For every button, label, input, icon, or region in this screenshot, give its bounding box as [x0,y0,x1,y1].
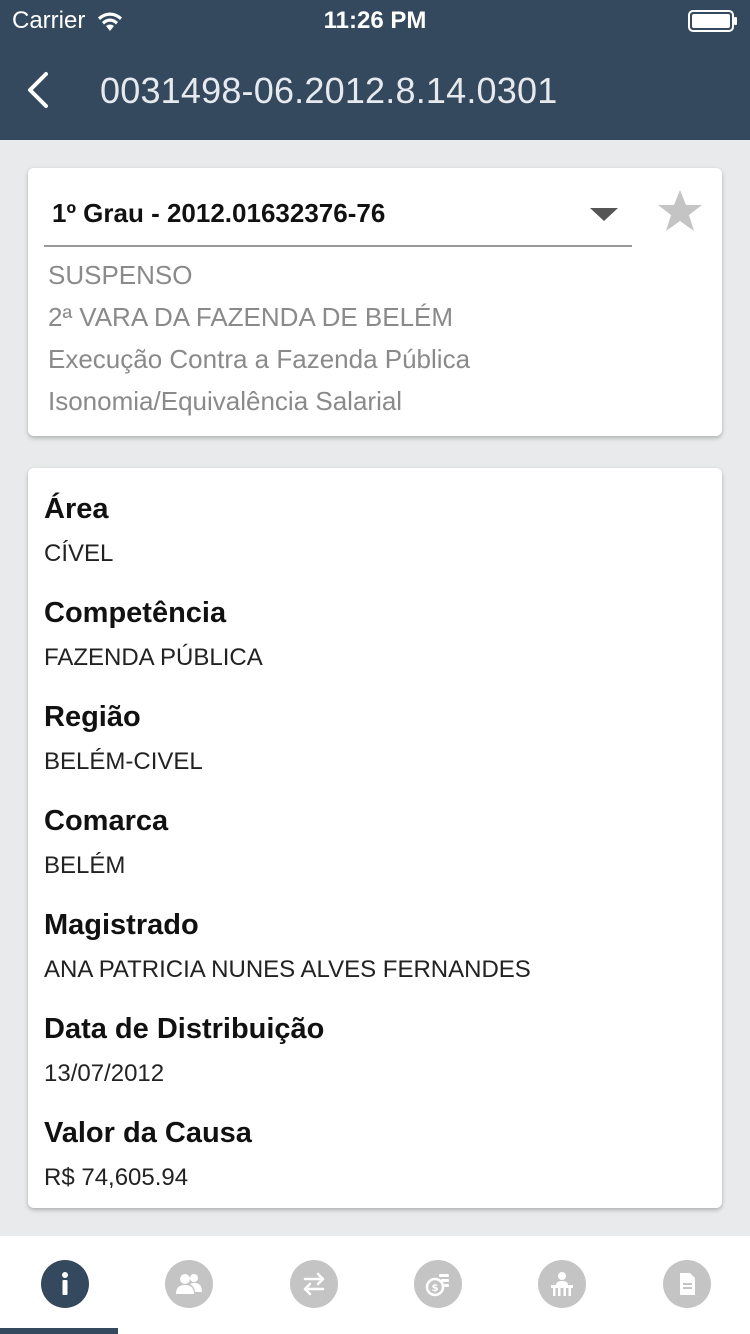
detail-label: Região [44,701,141,733]
tab-costs[interactable]: $ [414,1260,462,1308]
detail-label: Magistrado [44,909,199,941]
info-icon [62,1272,68,1295]
detail-valor-causa: Valor da Causa R$ 74,605.94 [44,1114,704,1218]
chevron-down-icon [590,208,618,221]
process-details-card: Área CÍVEL Competência FAZENDA PÚBLICA R… [28,468,722,1208]
detail-label: Área [44,493,109,525]
status-bar: Carrier 11:26 PM [0,0,750,40]
process-subject: Isonomia/Equivalência Salarial [48,386,403,416]
tab-movements[interactable] [290,1260,338,1308]
detail-label: Comarca [44,805,169,837]
detail-value: FAZENDA PÚBLICA [44,644,263,671]
grau-dropdown[interactable]: 1º Grau - 2012.01632376-76 [44,192,632,247]
details-list: Área CÍVEL Competência FAZENDA PÚBLICA R… [44,490,704,1218]
detail-magistrado: Magistrado ANA PATRICIA NUNES ALVES FERN… [44,906,704,1010]
people-icon [176,1274,202,1294]
process-summary-card: 1º Grau - 2012.01632376-76 SUSPENSO 2ª V… [28,168,722,436]
detail-value: 13/07/2012 [44,1060,165,1087]
detail-value: R$ 74,605.94 [44,1164,189,1191]
detail-value: CÍVEL [44,540,114,567]
transfer-arrows-icon [303,1272,325,1296]
process-court: 2ª VARA DA FAZENDA DE BELÉM [48,302,454,332]
detail-value: BELÉM-CIVEL [44,748,203,775]
detail-value: ANA PATRICIA NUNES ALVES FERNANDES [44,956,531,983]
detail-data-distribuicao: Data de Distribuição 13/07/2012 [44,1010,704,1114]
tab-documents[interactable] [663,1260,711,1308]
process-status: SUSPENSO [48,260,193,290]
detail-label: Valor da Causa [44,1117,252,1149]
process-class: Execução Contra a Fazenda Pública [48,344,471,374]
clock: 11:26 PM [323,7,427,34]
battery-icon [688,10,737,32]
judge-icon [551,1272,573,1296]
svg-text:$: $ [432,1283,439,1294]
detail-label: Competência [44,597,227,629]
detail-area: Área CÍVEL [44,490,704,594]
detail-comarca: Comarca BELÉM [44,802,704,906]
grau-selected-value: 1º Grau - 2012.01632376-76 [52,198,386,228]
tab-hearings[interactable] [538,1260,586,1308]
detail-competencia: Competência FAZENDA PÚBLICA [44,594,704,698]
tab-info[interactable] [41,1260,89,1308]
app-header: Carrier 11:26 PM 0031498-06.2012.8.14.03… [0,0,750,140]
navigation-bar: 0031498-06.2012.8.14.0301 [0,40,750,140]
page-title: 0031498-06.2012.8.14.0301 [100,70,558,111]
detail-value: BELÉM [44,852,126,879]
document-icon [680,1273,695,1295]
process-status-info: SUSPENSO 2ª VARA DA FAZENDA DE BELÉM Exe… [48,258,470,426]
active-tab-indicator [0,1328,118,1334]
tab-parties[interactable] [165,1260,213,1308]
detail-regiao: Região BELÉM-CIVEL [44,698,704,802]
detail-label: Data de Distribuição [44,1013,325,1045]
favorite-star-button[interactable] [656,188,704,234]
bottom-tab-bar: $ [0,1236,750,1334]
coins-icon: $ [425,1274,449,1297]
back-button[interactable] [20,68,60,112]
